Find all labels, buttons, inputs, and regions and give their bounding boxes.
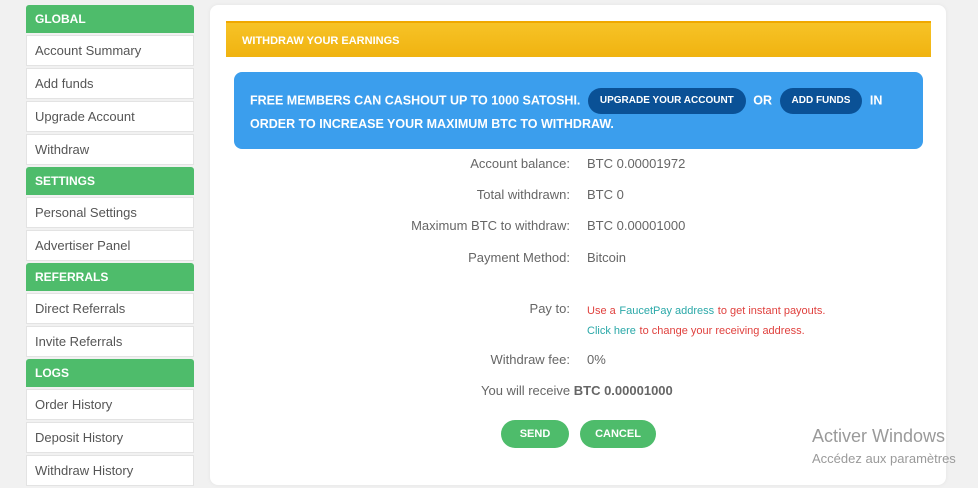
sidebar-item-invite-referrals[interactable]: Invite Referrals [26, 326, 194, 357]
click-here-link[interactable]: Click here [587, 325, 636, 337]
sidebar-item-withdraw-history[interactable]: Withdraw History [26, 455, 194, 486]
receive-label: You will receive [481, 383, 571, 398]
add-funds-button[interactable]: ADD FUNDS [779, 88, 863, 114]
pay-to-line-1: Use a FaucetPay address to get instant p… [587, 305, 826, 317]
pay-to-line-2: Click here to change your receiving addr… [587, 325, 805, 337]
sidebar-item-direct-referrals[interactable]: Direct Referrals [26, 293, 194, 324]
withdraw-fee-label: Withdraw fee: [490, 352, 570, 367]
notice-or: OR [753, 93, 773, 108]
sidebar-item-account-summary[interactable]: Account Summary [26, 35, 194, 66]
sidebar-item-order-history[interactable]: Order History [26, 389, 194, 420]
sidebar: GLOBAL Account Summary Add funds Upgrade… [26, 5, 194, 488]
notice-text: FREE MEMBERS CAN CASHOUT UP TO 1000 SATO… [250, 93, 581, 108]
withdraw-fee-value: 0% [587, 352, 606, 367]
sidebar-item-upgrade-account[interactable]: Upgrade Account [26, 101, 194, 132]
activate-windows-subtext: Accédez aux paramètres [812, 451, 956, 466]
upgrade-account-button[interactable]: UPGRADE YOUR ACCOUNT [587, 88, 746, 114]
sidebar-item-add-funds[interactable]: Add funds [26, 68, 194, 99]
receive-value: BTC 0.00001000 [573, 383, 673, 398]
send-button[interactable]: SEND [501, 420, 569, 448]
total-withdrawn-label: Total withdrawn: [476, 187, 570, 202]
total-withdrawn-value: BTC 0 [587, 187, 624, 202]
panel-title: WITHDRAW YOUR EARNINGS [226, 21, 931, 57]
sidebar-item-deposit-history[interactable]: Deposit History [26, 422, 194, 453]
cashout-notice: FREE MEMBERS CAN CASHOUT UP TO 1000 SATO… [234, 72, 923, 149]
pay-to-label: Pay to: [529, 301, 570, 316]
sidebar-item-advertiser-panel[interactable]: Advertiser Panel [26, 230, 194, 261]
payment-method-label: Payment Method: [468, 250, 570, 265]
sidebar-section-settings: SETTINGS [26, 167, 194, 195]
account-balance-value: BTC 0.00001972 [587, 156, 686, 171]
sidebar-item-withdraw[interactable]: Withdraw [26, 134, 194, 165]
account-balance-label: Account balance: [470, 156, 570, 171]
sidebar-item-personal-settings[interactable]: Personal Settings [26, 197, 194, 228]
sidebar-section-global: GLOBAL [26, 5, 194, 33]
cancel-button[interactable]: CANCEL [580, 420, 656, 448]
sidebar-section-referrals: REFERRALS [26, 263, 194, 291]
faucetpay-address-link[interactable]: FaucetPay address [619, 305, 714, 317]
max-withdraw-label: Maximum BTC to withdraw: [411, 218, 570, 233]
notice-in: IN [869, 93, 883, 108]
sidebar-section-logs: LOGS [26, 359, 194, 387]
notice-text-2: ORDER TO INCREASE YOUR MAXIMUM BTC TO WI… [250, 117, 614, 131]
max-withdraw-value: BTC 0.00001000 [587, 218, 686, 233]
activate-windows-watermark: Activer Windows [812, 426, 946, 446]
payment-method-value: Bitcoin [587, 250, 627, 265]
withdraw-panel: WITHDRAW YOUR EARNINGS FREE MEMBERS CAN … [210, 5, 946, 485]
